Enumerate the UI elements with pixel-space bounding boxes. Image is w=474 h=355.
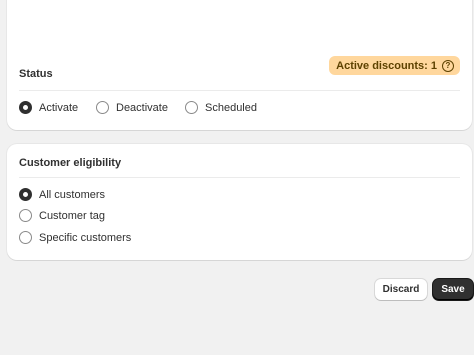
radio-specific-customers[interactable]: Specific customers bbox=[19, 231, 131, 244]
radio-deactivate[interactable]: Deactivate bbox=[96, 101, 168, 114]
radio-all-customers[interactable]: All customers bbox=[19, 188, 105, 201]
radio-all-customers-circle[interactable] bbox=[19, 188, 32, 201]
customer-eligibility-card: Customer eligibility All customers Custo… bbox=[7, 144, 472, 260]
radio-activate[interactable]: Activate bbox=[19, 101, 78, 114]
eligibility-divider bbox=[19, 177, 460, 178]
radio-customer-tag-circle[interactable] bbox=[19, 209, 32, 222]
status-title: Status bbox=[19, 68, 53, 80]
radio-specific-customers-label: Specific customers bbox=[39, 231, 132, 244]
discard-button[interactable]: Discard bbox=[375, 279, 427, 300]
status-card: Status Active discounts: 1 ? Activate De… bbox=[7, 0, 472, 130]
radio-activate-label: Activate bbox=[39, 101, 79, 114]
radio-activate-circle[interactable] bbox=[19, 101, 32, 114]
radio-specific-customers-circle[interactable] bbox=[19, 231, 32, 244]
active-discounts-label: Active discounts: 1 bbox=[336, 59, 437, 72]
save-button[interactable]: Save bbox=[433, 279, 473, 300]
radio-customer-tag-label: Customer tag bbox=[39, 209, 106, 222]
customer-eligibility-title: Customer eligibility bbox=[19, 157, 122, 169]
radio-all-customers-label: All customers bbox=[39, 188, 106, 201]
radio-scheduled-circle[interactable] bbox=[185, 101, 198, 114]
question-circle-icon[interactable]: ? bbox=[442, 59, 454, 72]
radio-deactivate-label: Deactivate bbox=[116, 101, 168, 114]
radio-deactivate-circle[interactable] bbox=[96, 101, 109, 114]
radio-scheduled-label: Scheduled bbox=[205, 101, 257, 114]
status-divider bbox=[19, 90, 460, 91]
radio-customer-tag[interactable]: Customer tag bbox=[19, 209, 105, 222]
active-discounts-badge[interactable]: Active discounts: 1 ? bbox=[329, 56, 460, 75]
radio-scheduled[interactable]: Scheduled bbox=[185, 101, 257, 114]
